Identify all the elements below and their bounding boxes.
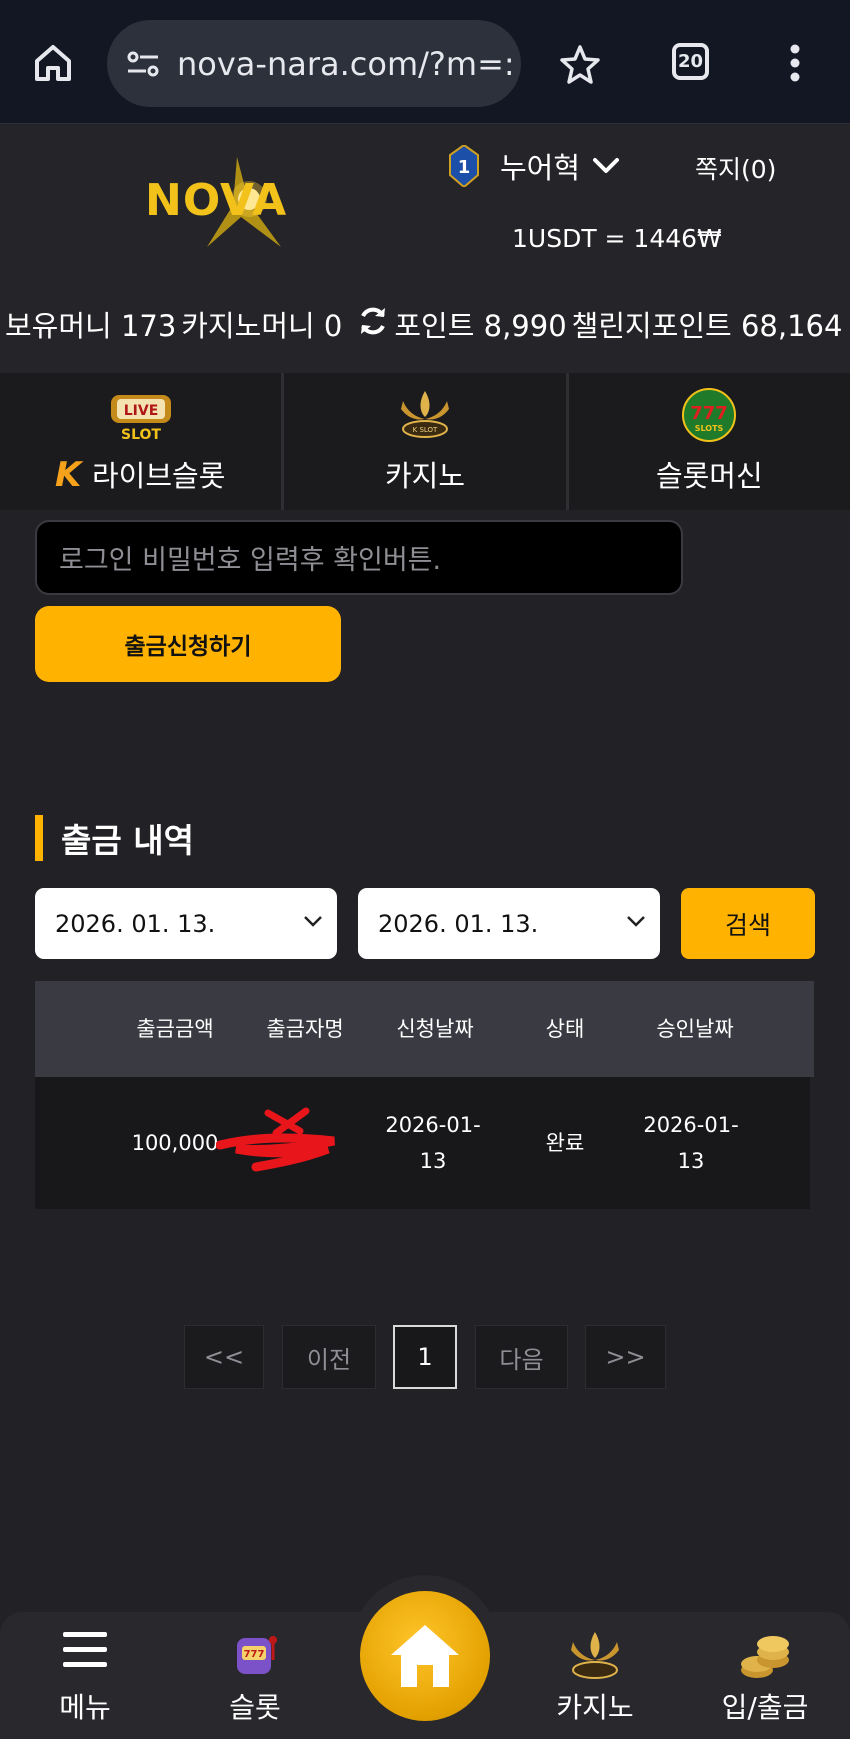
nav-deposit-withdraw[interactable]: 입/출금: [705, 1630, 825, 1724]
nav-menu-label: 메뉴: [59, 1691, 111, 1724]
tab-casino-label: 카지노: [384, 459, 465, 493]
holding-money: 보유머니 173: [5, 309, 177, 343]
page-prev-button[interactable]: 이전: [282, 1325, 376, 1389]
chevron-down-icon: [627, 916, 645, 927]
search-button[interactable]: 검색: [681, 888, 815, 959]
tab-slot-machine-label: 슬롯머신: [655, 459, 763, 493]
page-current[interactable]: 1: [393, 1325, 457, 1389]
table-header: 출금금액 출금자명 신청날짜 상태 승인날짜: [35, 981, 814, 1077]
svg-text:SLOTS: SLOTS: [695, 424, 724, 433]
page-last-button[interactable]: >>: [585, 1325, 666, 1389]
column-header-approved: 승인날짜: [656, 1017, 734, 1041]
more-menu-icon[interactable]: [785, 40, 805, 86]
chevron-down-icon: [593, 158, 620, 173]
casino-money: 카지노머니 0: [181, 309, 343, 343]
svg-text:777: 777: [244, 1649, 265, 1660]
url-text: nova-nara.com/?m=:: [177, 44, 515, 83]
tab-casino[interactable]: K SLOT 카지노: [284, 373, 569, 510]
svg-text:LIVE: LIVE: [123, 403, 158, 419]
section-title: 출금 내역: [35, 815, 194, 861]
nav-casino[interactable]: 카지노: [535, 1630, 655, 1724]
date-from-value: 2026. 01. 13.: [55, 909, 216, 938]
k-brand-icon: K: [55, 455, 82, 495]
tab-live-slot-label: 라이브슬롯: [92, 459, 226, 493]
svg-text:777: 777: [691, 403, 729, 424]
date-to-value: 2026. 01. 13.: [378, 909, 539, 938]
category-tabs: LIVE SLOT K 라이브슬롯 K SLOT 카지노 777 SLOTS 슬…: [0, 373, 850, 510]
browser-toolbar: nova-nara.com/?m=: 20: [0, 0, 850, 124]
777-slots-icon: 777 SLOTS: [682, 388, 737, 442]
site-settings-icon[interactable]: [125, 48, 161, 80]
cell-requested: 2026-01- 13: [385, 1113, 481, 1173]
svg-text:K SLOT: K SLOT: [413, 426, 438, 434]
level-badge-icon: 1: [449, 145, 479, 187]
usdt-rate: 1USDT = 1446₩: [512, 224, 722, 253]
bookmark-star-icon[interactable]: [558, 42, 602, 86]
nav-slot-label: 슬롯: [229, 1691, 281, 1724]
user-menu[interactable]: 1 누어혁: [448, 145, 620, 187]
redaction-scribble: [216, 1107, 335, 1172]
date-from-select[interactable]: 2026. 01. 13.: [35, 888, 337, 959]
balance-bar: 보유머니 173 카지노머니 0 포인트 8,990 챌린지포인트 68,164: [0, 300, 850, 348]
nav-menu[interactable]: 메뉴: [25, 1630, 145, 1724]
column-header-name: 출금자명: [266, 1017, 344, 1041]
svg-text:SLOT: SLOT: [121, 427, 161, 443]
nova-logo[interactable]: NOVA: [145, 155, 320, 250]
date-to-select[interactable]: 2026. 01. 13.: [358, 888, 660, 959]
cell-approved: 2026-01- 13: [643, 1113, 739, 1173]
nav-slot[interactable]: 777 슬롯: [195, 1630, 315, 1724]
logo-text: NOVA: [145, 175, 288, 226]
k-slot-icon: K SLOT: [400, 391, 449, 438]
points: 포인트 8,990: [394, 309, 567, 343]
history-title: 출금 내역: [61, 821, 194, 860]
tab-live-slot[interactable]: LIVE SLOT K 라이브슬롯: [0, 373, 285, 510]
slot-machine-icon: 777: [237, 1636, 277, 1674]
page-first-button[interactable]: <<: [184, 1325, 264, 1389]
column-header-status: 상태: [545, 1017, 585, 1041]
home-button[interactable]: [360, 1591, 490, 1721]
tab-slot-machine[interactable]: 777 SLOTS 슬롯머신: [568, 373, 850, 510]
column-header-amount: 출금금액: [136, 1017, 214, 1041]
refresh-icon[interactable]: [356, 304, 390, 345]
tab-switcher-button[interactable]: 20: [672, 43, 709, 80]
nav-deposit-withdraw-label: 입/출금: [721, 1691, 809, 1724]
chevron-down-icon: [304, 916, 322, 927]
title-accent-bar: [35, 815, 43, 861]
live-slot-icon: LIVE SLOT: [110, 395, 171, 443]
svg-text:1: 1: [458, 157, 471, 178]
username: 누어혁: [500, 151, 581, 185]
withdraw-request-button[interactable]: 출금신청하기: [35, 606, 341, 682]
password-input[interactable]: 로그인 비밀번호 입력후 확인버튼.: [35, 520, 683, 595]
page-next-button[interactable]: 다음: [475, 1325, 568, 1389]
challenge-points: 챌린지포인트 68,164: [571, 309, 843, 343]
column-header-requested: 신청날짜: [396, 1017, 474, 1041]
k-slot-icon: [571, 1632, 619, 1679]
hamburger-menu-icon: [63, 1632, 107, 1667]
messages-link[interactable]: 쪽지(0): [695, 150, 776, 186]
table-row: 100,000 2026-01- 13 완료 2026-01- 13: [35, 1077, 810, 1209]
nav-casino-label: 카지노: [556, 1691, 634, 1724]
cell-status: 완료: [545, 1131, 585, 1155]
home-icon: [391, 1625, 459, 1687]
address-bar[interactable]: nova-nara.com/?m=:: [107, 20, 521, 107]
home-icon[interactable]: [30, 40, 76, 86]
coins-icon: [741, 1636, 789, 1678]
